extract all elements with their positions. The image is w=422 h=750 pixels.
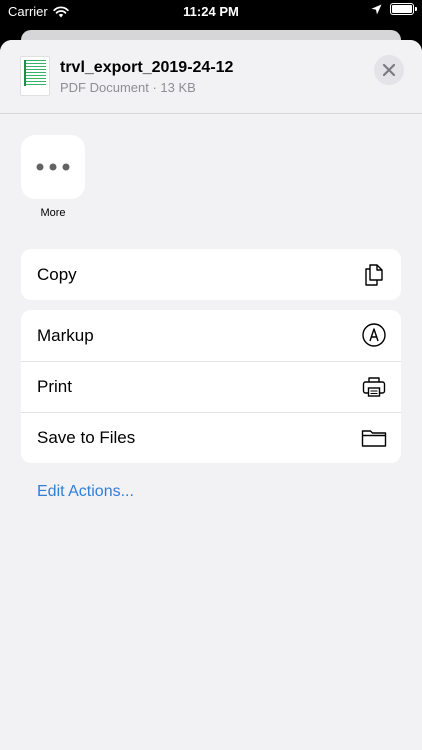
file-name: trvl_export_2019-24-12 <box>60 59 234 76</box>
file-meta: PDF Document · 13 KB <box>60 80 196 95</box>
location-icon <box>371 4 382 14</box>
save-to-files-label: Save to Files <box>37 428 136 447</box>
actions-group: Markup Print Save to Files <box>21 310 401 463</box>
status-right <box>371 3 417 15</box>
folder-icon <box>361 430 387 447</box>
copy-label: Copy <box>37 264 77 284</box>
markup-icon <box>362 323 386 347</box>
share-sheet: trvl_export_2019-24-12 PDF Document · 13… <box>0 40 422 750</box>
printer-icon <box>362 377 386 397</box>
print-label: Print <box>37 377 72 396</box>
more-button[interactable] <box>21 135 85 199</box>
copy-group: Copy <box>21 249 401 300</box>
markup-label: Markup <box>37 325 94 345</box>
close-icon <box>383 64 395 76</box>
markup-action[interactable]: Markup <box>21 310 401 361</box>
more-label: More <box>40 207 66 219</box>
battery-icon <box>390 3 417 15</box>
document-thumbnail <box>20 56 50 96</box>
copy-icon <box>365 264 383 286</box>
save-to-files-action[interactable]: Save to Files <box>21 412 401 463</box>
close-button[interactable] <box>374 55 404 85</box>
sheet-header: trvl_export_2019-24-12 PDF Document · 13… <box>0 40 422 114</box>
status-time: 11:24 PM <box>183 4 239 19</box>
copy-action[interactable]: Copy <box>21 249 401 300</box>
ellipsis-icon <box>36 163 70 171</box>
edit-actions-link[interactable]: Edit Actions... <box>37 483 134 501</box>
print-action[interactable]: Print <box>21 361 401 412</box>
status-bar: Carrier 11:24 PM <box>0 0 422 22</box>
